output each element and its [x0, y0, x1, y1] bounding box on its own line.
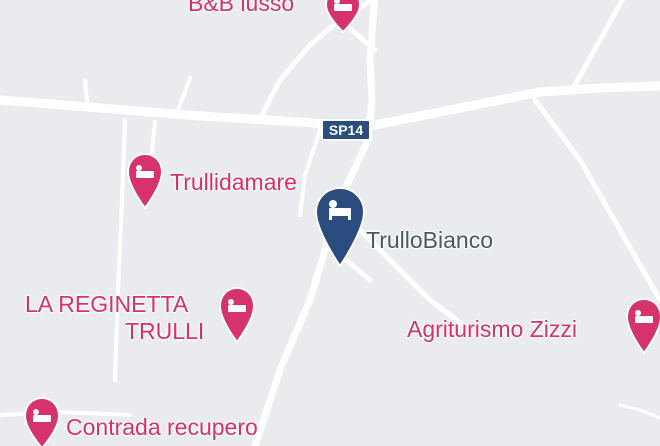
lane-3: [113, 118, 127, 382]
road-far-east: [532, 97, 660, 303]
road-label-sp14: SP14: [321, 119, 371, 141]
road-north-west: [259, 0, 377, 118]
place-label-contrada-recupero[interactable]: Contrada recupero: [66, 414, 258, 440]
hotel-icon[interactable]: [325, 0, 361, 33]
lane-2: [176, 76, 192, 112]
place-label-agriturismo-zizzi[interactable]: Agriturismo Zizzi: [407, 316, 577, 342]
map-canvas[interactable]: SP14 B&B lusso Trullidamare TrulloBianco…: [0, 0, 660, 446]
place-label-la-reginetta-line1[interactable]: LA REGINETTA: [25, 291, 188, 317]
hotel-icon[interactable]: [127, 153, 163, 209]
place-label-trullidamare[interactable]: Trullidamare: [170, 169, 297, 195]
selected-hotel-marker-icon[interactable]: [314, 186, 366, 268]
place-label-la-reginetta-line2[interactable]: TRULLI: [125, 318, 204, 344]
place-label-bb-lusso[interactable]: B&B lusso: [188, 0, 294, 16]
hotel-icon[interactable]: [626, 298, 660, 354]
place-label-trullobianco[interactable]: TrulloBianco: [366, 227, 493, 253]
road-far-northeast: [572, 0, 626, 88]
lane-6: [618, 403, 660, 420]
hotel-icon[interactable]: [24, 397, 60, 446]
hotel-icon[interactable]: [219, 287, 255, 343]
